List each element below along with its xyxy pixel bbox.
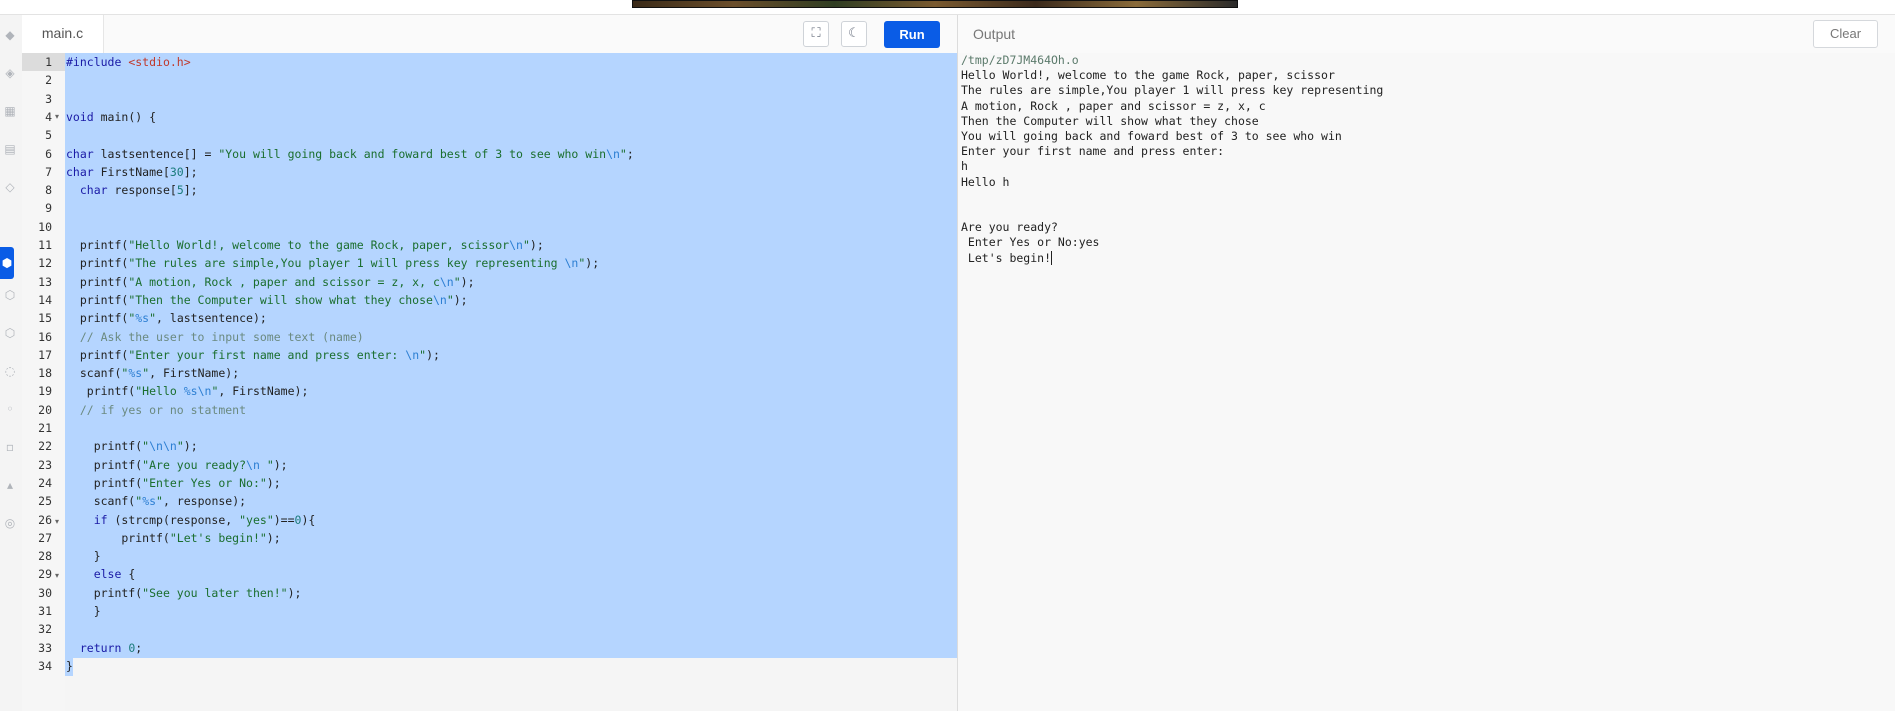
line-number: 5 xyxy=(45,128,52,143)
line-number: 3 xyxy=(45,91,52,106)
language-icon[interactable]: ▫ xyxy=(3,439,17,455)
code-line[interactable]: void main() { xyxy=(66,108,156,126)
line-number: 32 xyxy=(38,622,52,637)
line-number: 31 xyxy=(38,604,52,618)
line-number: 12 xyxy=(38,256,52,271)
output-line: Let's begin! xyxy=(961,250,1053,266)
line-number: 25 xyxy=(38,494,52,509)
line-number: 2 xyxy=(45,73,52,88)
code-line[interactable]: else { xyxy=(66,565,136,583)
language-icon[interactable]: ▤ xyxy=(3,141,17,157)
language-icon-active[interactable]: ⬢ xyxy=(0,247,14,279)
line-number: 15 xyxy=(38,311,52,326)
code-line[interactable]: printf("Hello %s\n", FirstName); xyxy=(66,382,309,400)
line-number: 17 xyxy=(38,347,52,362)
output-line: Enter your first name and press enter: xyxy=(961,144,1225,159)
line-number: 16 xyxy=(38,329,52,344)
language-icon[interactable]: ▴ xyxy=(3,477,17,493)
code-line[interactable]: printf("Then the Computer will show what… xyxy=(66,291,468,309)
line-number: 30 xyxy=(38,585,52,600)
line-number: 20 xyxy=(38,402,52,417)
language-icon[interactable]: ⬡ xyxy=(3,325,17,341)
language-icon[interactable]: ◈ xyxy=(3,65,17,81)
language-sidebar: ◆ ◈ ▦ ▤ ◇ ⬢ ⬡ ⬡ ◌ ◦ ▫ ▴ ◎ xyxy=(0,15,23,711)
line-number: 33 xyxy=(38,640,52,655)
line-number: 28 xyxy=(38,549,52,564)
line-number: 4 xyxy=(45,109,52,124)
fold-toggle-icon[interactable]: ▾ xyxy=(55,108,59,126)
code-line[interactable]: printf("\n\n"); xyxy=(66,437,198,455)
code-line[interactable]: return 0; xyxy=(66,639,142,657)
line-number: 9 xyxy=(45,201,52,216)
line-number: 1 xyxy=(45,55,52,69)
code-line[interactable]: printf("%s", lastsentence); xyxy=(66,309,267,327)
fold-toggle-icon[interactable]: ▾ xyxy=(55,513,59,531)
code-line[interactable]: char FirstName[30]; xyxy=(66,163,198,181)
code-line[interactable]: printf("Enter Yes or No:"); xyxy=(66,474,281,492)
line-number: 11 xyxy=(38,238,52,252)
top-banner-image xyxy=(632,0,1238,8)
line-number: 24 xyxy=(38,475,52,490)
language-icon[interactable]: ⬡ xyxy=(3,287,17,303)
line-number: 26 xyxy=(38,512,52,527)
fold-toggle-icon[interactable]: ▾ xyxy=(55,567,59,585)
code-line[interactable]: printf("Let's begin!"); xyxy=(66,529,280,547)
line-number: 18 xyxy=(38,366,52,381)
language-icon[interactable]: ◆ xyxy=(3,27,17,43)
language-icon[interactable]: ◦ xyxy=(3,401,17,417)
line-number: 13 xyxy=(38,274,52,289)
code-line[interactable]: printf("Hello World!, welcome to the gam… xyxy=(66,236,544,254)
code-line[interactable]: printf("Enter your first name and press … xyxy=(66,346,440,364)
code-line[interactable]: // if yes or no statment xyxy=(66,401,246,419)
editor-toolbar: main.c ⛶ ☾ Run xyxy=(22,15,957,54)
code-line[interactable]: scanf("%s", FirstName); xyxy=(66,364,239,382)
code-line[interactable]: printf("The rules are simple,You player … xyxy=(66,254,599,272)
code-line[interactable]: scanf("%s", response); xyxy=(66,492,246,510)
code-line[interactable]: printf("See you later then!"); xyxy=(66,584,302,602)
code-line[interactable]: char lastsentence[] = "You will going ba… xyxy=(66,145,634,163)
clear-button[interactable]: Clear xyxy=(1813,20,1878,48)
code-line[interactable]: printf("Are you ready?\n "); xyxy=(66,456,288,474)
code-line[interactable]: printf("A motion, Rock , paper and sciss… xyxy=(66,273,475,291)
moon-icon[interactable]: ☾ xyxy=(841,21,867,47)
line-number: 21 xyxy=(38,421,52,435)
text-caret xyxy=(1051,251,1053,266)
line-number: 22 xyxy=(38,439,52,454)
run-button[interactable]: Run xyxy=(884,21,940,48)
code-line[interactable]: #include <stdio.h> xyxy=(66,53,191,71)
code-line[interactable]: } xyxy=(66,657,73,675)
line-number: 7 xyxy=(45,164,52,179)
language-icon[interactable]: ◎ xyxy=(3,515,17,531)
line-number: 34 xyxy=(38,658,52,673)
code-line[interactable]: } xyxy=(66,547,101,565)
output-line: Hello h xyxy=(961,174,1010,189)
line-number: 6 xyxy=(45,146,52,161)
language-icon[interactable]: ◌ xyxy=(3,363,17,379)
fullscreen-icon[interactable]: ⛶ xyxy=(803,21,829,47)
code-line[interactable]: char response[5]; xyxy=(66,181,198,199)
output-title: Output xyxy=(973,26,1016,42)
line-number: 23 xyxy=(38,457,52,472)
output-toolbar: Output Clear xyxy=(958,15,1895,54)
language-icon[interactable]: ◇ xyxy=(3,179,17,195)
code-line[interactable]: if (strcmp(response, "yes")==0){ xyxy=(66,511,316,529)
code-line[interactable]: // Ask the user to input some text (name… xyxy=(66,328,364,346)
language-icon[interactable]: ▦ xyxy=(3,103,17,119)
line-number: 29 xyxy=(38,567,52,582)
line-number: 27 xyxy=(38,530,52,545)
file-tab[interactable]: main.c xyxy=(22,15,104,53)
code-line[interactable]: } xyxy=(66,602,101,620)
line-number: 14 xyxy=(38,292,52,307)
line-number: 8 xyxy=(45,183,52,198)
line-number: 10 xyxy=(38,219,52,234)
line-number: 19 xyxy=(38,384,52,399)
